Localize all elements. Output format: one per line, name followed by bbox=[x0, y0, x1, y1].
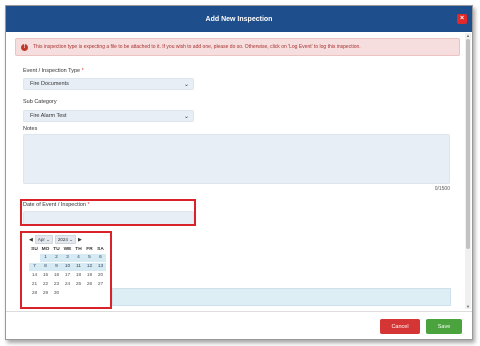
scroll-up-icon[interactable]: ▲ bbox=[465, 33, 471, 38]
highlight-box-calendar bbox=[20, 231, 112, 309]
alert-message: This inspection type is expecting a file… bbox=[33, 44, 361, 50]
sub-category-value: Fire Alarm Test bbox=[30, 113, 67, 119]
add-inspection-dialog: Add New Inspection × ! This inspection t… bbox=[5, 5, 473, 340]
event-type-label-text: Event / Inspection Type bbox=[23, 68, 81, 74]
alert-icon: ! bbox=[21, 43, 28, 51]
save-button[interactable]: Save bbox=[426, 319, 462, 334]
chevron-down-icon: ⌄ bbox=[183, 82, 189, 88]
notes-label: Notes bbox=[23, 126, 38, 132]
scroll-thumb[interactable] bbox=[466, 39, 470, 249]
scrollbar[interactable]: ▲ ▼ bbox=[465, 33, 471, 309]
cancel-button[interactable]: Cancel bbox=[380, 319, 420, 334]
scroll-down-icon[interactable]: ▼ bbox=[465, 304, 471, 309]
dialog-footer: Cancel Save bbox=[6, 311, 472, 339]
sub-category-label: Sub Category bbox=[23, 99, 57, 105]
notes-textarea[interactable] bbox=[23, 134, 450, 184]
dialog-title: Add New Inspection bbox=[205, 15, 273, 23]
notes-counter: 0/1500 bbox=[434, 186, 450, 192]
close-icon[interactable]: × bbox=[457, 14, 467, 24]
required-marker: * bbox=[81, 68, 84, 74]
file-expected-alert: ! This inspection type is expecting a fi… bbox=[15, 38, 460, 56]
chevron-down-icon: ⌄ bbox=[183, 114, 189, 120]
event-type-value: Fire Documents bbox=[30, 81, 69, 87]
event-type-label: Event / Inspection Type * bbox=[23, 68, 84, 74]
sub-category-select[interactable]: Fire Alarm Test ⌄ bbox=[23, 110, 194, 122]
highlight-box-date-field bbox=[20, 199, 196, 226]
dialog-header: Add New Inspection × bbox=[6, 6, 472, 32]
event-type-select[interactable]: Fire Documents ⌄ bbox=[23, 78, 194, 90]
info-bar bbox=[112, 288, 451, 306]
